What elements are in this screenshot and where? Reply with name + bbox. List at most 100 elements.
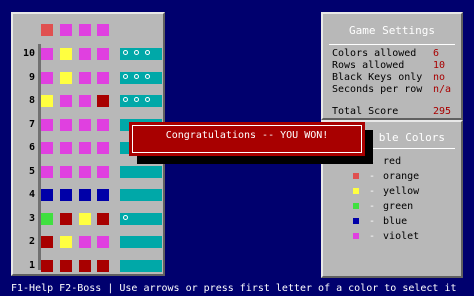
guess-peg <box>79 118 91 131</box>
color-swatch <box>353 188 359 194</box>
guess-peg <box>97 165 109 178</box>
color-dash: - <box>369 231 376 242</box>
top-row-peg <box>60 24 72 36</box>
colors-allowed-value: 6 <box>433 48 440 59</box>
color-swatch <box>353 173 359 179</box>
color-option-orange[interactable]: - orange <box>353 171 419 182</box>
color-label: yellow <box>383 186 420 197</box>
color-dash: - <box>369 171 376 182</box>
row-number: 4 <box>28 189 35 200</box>
game-settings-panel: Game Settings Colors allowed 6 Rows allo… <box>321 12 463 120</box>
guess-peg <box>60 142 72 154</box>
white-key-peg <box>134 97 139 102</box>
guess-peg <box>97 118 109 131</box>
guess-peg <box>79 165 91 178</box>
feedback-slot <box>120 212 162 225</box>
guess-peg <box>79 142 91 154</box>
guess-peg <box>41 236 53 248</box>
color-label: orange <box>383 171 420 182</box>
seconds-per-row-value: n/a <box>433 84 452 95</box>
guess-peg <box>97 71 109 84</box>
row-number: 8 <box>28 95 35 106</box>
black-keys-value: no <box>433 72 446 83</box>
row-number: 6 <box>28 142 35 153</box>
color-dash: - <box>369 216 376 227</box>
guess-peg <box>60 165 72 178</box>
color-label: green <box>383 201 414 212</box>
feedback-slot <box>120 189 162 201</box>
row-number: 5 <box>28 165 35 177</box>
guess-peg <box>60 259 72 272</box>
guess-peg <box>97 189 109 201</box>
guess-peg <box>60 95 72 107</box>
guess-peg <box>41 165 53 178</box>
color-swatch <box>353 233 359 239</box>
black-keys-label: Black Keys only <box>332 72 423 83</box>
color-swatch <box>353 203 359 209</box>
row-number: 1 <box>28 259 35 271</box>
guess-peg <box>60 236 72 248</box>
feedback-slot <box>120 95 162 107</box>
guess-peg <box>41 189 53 201</box>
white-key-peg <box>145 97 150 102</box>
color-label: red <box>383 156 402 167</box>
color-swatch <box>353 218 359 224</box>
guess-peg <box>97 48 109 60</box>
guess-peg <box>97 212 109 225</box>
guess-peg <box>79 71 91 84</box>
color-option-blue[interactable]: - blue <box>353 216 407 227</box>
guess-peg <box>97 142 109 154</box>
white-key-peg <box>134 50 139 55</box>
row-number: 9 <box>28 71 35 83</box>
guess-peg <box>79 189 91 201</box>
row-number: 10 <box>22 48 35 59</box>
guess-peg <box>97 236 109 248</box>
feedback-slot <box>120 71 162 84</box>
white-key-peg <box>123 97 128 102</box>
guess-peg <box>41 95 53 107</box>
settings-title: Game Settings <box>348 24 436 37</box>
guess-peg <box>79 259 91 272</box>
guess-peg <box>79 236 91 248</box>
guess-peg <box>79 48 91 60</box>
rows-allowed-label: Rows allowed <box>332 60 405 71</box>
win-message: Congratulations -- YOU WON! <box>165 130 329 141</box>
guess-peg <box>97 259 109 272</box>
color-label: blue <box>383 216 408 227</box>
guess-peg <box>41 142 53 154</box>
total-score-value: 295 <box>433 106 452 117</box>
guess-peg <box>41 118 53 131</box>
top-row-peg <box>97 24 109 36</box>
color-dash: - <box>369 186 376 197</box>
guess-peg <box>60 71 72 84</box>
seconds-per-row-label: Seconds per row <box>332 84 423 95</box>
guess-peg <box>41 48 53 60</box>
color-dash: - <box>369 201 376 212</box>
status-bar: F1-Help F2-Boss | Use arrows or press fi… <box>0 282 474 296</box>
white-key-peg <box>123 50 128 55</box>
feedback-slot <box>120 259 162 272</box>
rows-allowed-value: 10 <box>433 60 446 71</box>
color-option-yellow[interactable]: - yellow <box>353 186 419 197</box>
guess-peg <box>60 189 72 201</box>
win-dialog[interactable]: Congratulations -- YOU WON! <box>129 122 365 156</box>
white-key-peg <box>123 214 128 220</box>
total-score-label: Total Score <box>332 106 399 117</box>
row-number: 2 <box>28 236 35 247</box>
settings-divider <box>329 44 455 45</box>
top-row-peg <box>41 24 53 36</box>
guess-peg <box>41 212 53 225</box>
row-number: 7 <box>28 118 35 130</box>
white-key-peg <box>134 73 139 79</box>
guess-peg <box>60 118 72 131</box>
guess-peg <box>79 95 91 107</box>
guess-peg <box>79 212 91 225</box>
guess-peg <box>60 48 72 60</box>
colors-allowed-label: Colors allowed <box>332 48 417 59</box>
guess-peg <box>60 212 72 225</box>
color-option-green[interactable]: - green <box>353 201 413 212</box>
guess-peg <box>41 71 53 84</box>
feedback-slot <box>120 48 162 60</box>
color-option-violet[interactable]: - violet <box>353 231 419 242</box>
white-key-peg <box>123 73 128 79</box>
